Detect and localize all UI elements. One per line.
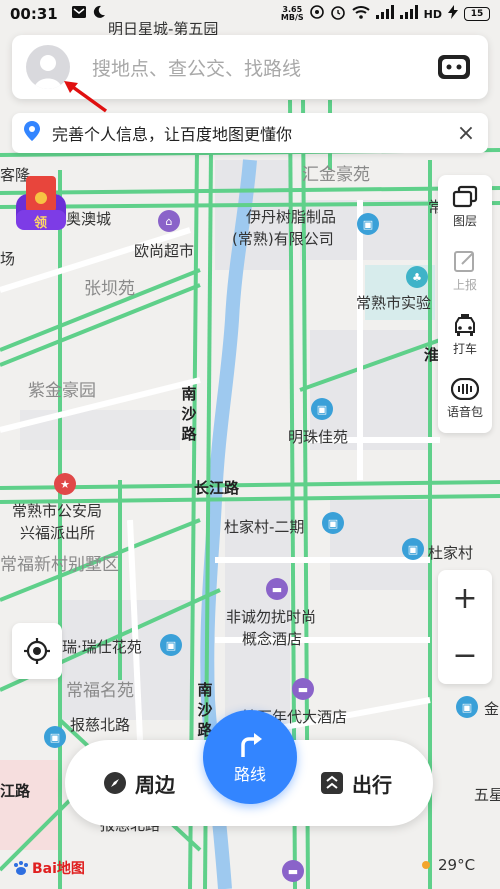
tool-voice-pack-label: 语音包 [446,405,483,419]
app-notify-icon [309,5,324,23]
map-label-dujiacun-2: 杜家村-二期 [224,518,305,536]
dnd-moon-icon [92,5,106,23]
tool-layers-label: 图层 [452,214,477,228]
zoom-control: + − [438,570,492,684]
status-time: 00:31 [10,5,58,23]
map-label-changfu-villa: 常福新村别墅区 [0,555,119,575]
jin-poi-icon[interactable]: ▣ [456,696,478,718]
map-label-gongan1: 常熟市公安局 [12,502,103,520]
route-label: 路线 [233,765,266,784]
zoom-out-button[interactable]: − [438,627,492,684]
hd-icon: HD [423,7,442,21]
tool-taxi[interactable]: 打车 [438,303,492,367]
voice-pack-icon [451,378,479,400]
bottom-hotel-poi-icon[interactable]: ▬ [282,860,304,882]
tool-voice-pack[interactable]: 语音包 [438,367,492,431]
location-pin-icon [22,120,42,146]
baoci-poi-icon[interactable]: ▣ [44,726,66,748]
map-label-ouaocheng: 奥澳城 [66,210,112,228]
report-icon [454,251,474,272]
map-label-yidan2: (常熟)有限公司 [232,230,334,248]
road-label-changjiang: 长江路 [194,479,240,497]
logo-text: Bai地图 [32,861,85,877]
battery-icon: 15 [464,7,490,21]
net-speed: 3.65 MB/S [281,6,304,22]
nearby-label: 周边 [135,772,175,797]
weather-temp: 29°C [438,856,476,874]
tool-taxi-label: 打车 [452,342,477,356]
signal-2-icon [399,5,418,23]
zuanshi-hotel-poi-icon[interactable]: ▬ [292,678,314,700]
layers-icon [452,185,478,208]
hotel-poi-icon[interactable]: ▬ [266,578,288,600]
tool-layers[interactable]: 图层 [438,175,492,239]
map-label-jin: 金 [484,700,500,718]
travel-button[interactable]: 出行 [320,740,392,826]
map-label-zijin: 紫金豪园 [28,381,96,401]
voice-assistant-icon[interactable] [434,47,474,87]
tool-report[interactable]: 上报 [438,239,492,303]
notice-text: 完善个人信息，让百度地图更懂你 [52,125,293,144]
net-speed-unit: MB/S [280,13,304,22]
travel-label: 出行 [352,772,392,797]
locate-crosshair-icon [24,638,50,664]
dujiacun-2-poi-icon[interactable]: ▣ [322,512,344,534]
close-icon[interactable]: × [454,121,478,146]
compass-icon [104,772,126,794]
map-label-baoci: 报慈北路 [70,716,131,734]
map-label-dujiacun: 杜家村 [428,544,474,562]
police-poi-icon[interactable]: ★ [54,473,76,495]
map-label-gongan2: 兴福派出所 [20,524,96,542]
map-label-zhangba: 张坝苑 [84,279,135,299]
annotation-arrow-icon [64,81,108,113]
map-label-huai: 淮 [424,346,440,364]
zoom-in-button[interactable]: + [438,570,492,627]
baidu-paw-icon [14,861,28,875]
map-label-shiyan: 常熟市实验 [356,294,432,312]
map-tool-panel: 图层 上报 打车 语音包 [438,175,492,433]
message-icon [71,6,86,22]
weather-widget[interactable]: 29°C [418,856,475,874]
baidu-map-logo: Bai地图 [12,858,85,878]
residence-poi-icon[interactable]: ▣ [311,398,333,420]
map-label-oushang: 欧尚超市 [134,242,195,260]
profile-notice-banner[interactable]: 完善个人信息，让百度地图更懂你 × [12,113,488,153]
map-label-changfu-mingyuan: 常福名苑 [66,681,134,701]
signal-1-icon [375,5,394,23]
map-label-ruishi: 瑞·瑞仕花苑 [62,638,142,656]
ruishi-poi-icon[interactable]: ▣ [160,634,182,656]
road-label-nansha-1: 南沙路 [181,385,197,443]
map-label-feicheng1: 非诚勿扰时尚 [226,608,317,626]
sun-icon [422,861,430,869]
red-packet-label: 领 [34,216,48,231]
map-label-wuxing: 五星 [474,786,500,804]
nearby-button[interactable]: 周边 [103,740,175,826]
locate-button[interactable] [12,623,62,679]
supermarket-poi-icon[interactable]: ⌂ [158,210,180,232]
charging-icon [448,5,458,23]
map-label-feicheng2: 概念酒店 [242,630,303,648]
tool-report-label: 上报 [452,278,477,292]
route-turn-icon [241,733,262,757]
map-label-huijin: 汇金豪苑 [302,165,370,185]
wifi-icon [351,5,370,23]
search-input[interactable]: 搜地点、查公交、找路线 [92,54,434,81]
map-label-chang-edge2: 场 [0,250,16,268]
map-label-mingzhu: 明珠佳苑 [288,428,349,446]
company-poi-icon[interactable]: ▣ [357,213,379,235]
red-packet-badge[interactable]: 领 [12,174,70,232]
road-label-jiang: 江路 [0,782,31,800]
route-button[interactable]: 路线 [203,710,297,804]
dujiacun-poi-icon[interactable]: ▣ [402,538,424,560]
taxi-icon [455,314,475,336]
status-bar: 00:31 3.65 MB/S HD 15 [0,0,500,28]
alarm-icon [330,4,346,24]
travel-icon [321,772,343,794]
school-poi-icon[interactable]: ♣ [406,266,428,288]
map-label-yidan: 伊丹树脂制品 [246,208,337,226]
